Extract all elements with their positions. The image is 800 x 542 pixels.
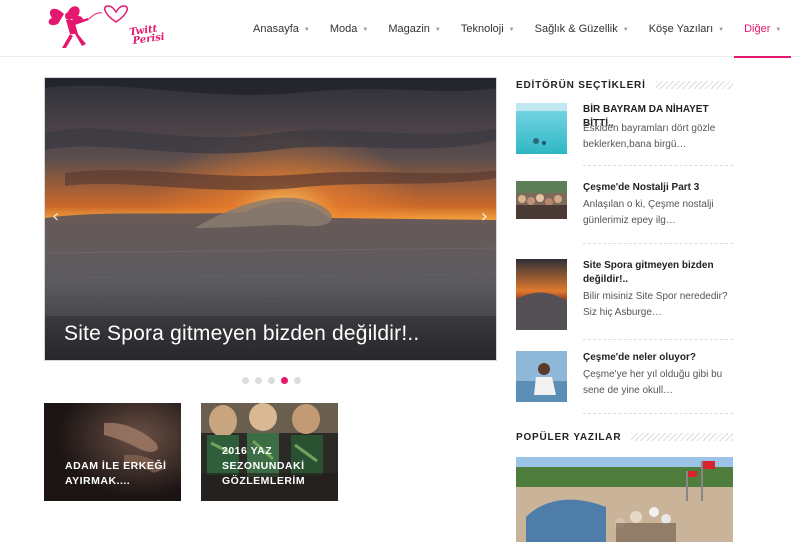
nav-item-saglik-guzellik[interactable]: Sağlık & Güzellik ▼ — [525, 0, 639, 57]
post-title[interactable]: Çeşme'de Nostalji Part 3 — [583, 181, 733, 195]
caret-down-icon: ▼ — [775, 26, 782, 33]
main-nav: Anasayfa ▼ Moda ▼ Magazin ▼ Teknoloji ▼ Sağl… — [243, 0, 792, 58]
post-thumbnail[interactable] — [516, 259, 567, 330]
nav-label: Anasayfa — [253, 22, 299, 35]
post-card-adam-ile-erkegi[interactable]: ADAM İLE ERKEĞİ AYIRMAK.... — [44, 403, 181, 501]
sidebar-post-3[interactable]: Site Spora gitmeyen bizden değildir!.. B… — [516, 259, 733, 340]
post-separator — [583, 165, 733, 166]
post-title[interactable]: Site Spora gitmeyen bizden değildir!.. — [583, 259, 733, 287]
crowd-image — [516, 181, 567, 219]
post-thumbnail[interactable] — [516, 351, 567, 402]
caret-down-icon: ▼ — [508, 26, 515, 33]
nav-label: Sağlık & Güzellik — [534, 22, 618, 35]
post-excerpt: Bilir misiniz Site Spor nerededir? Siz h… — [583, 291, 728, 318]
card-title: ADAM İLE ERKEĞİ AYIRMAK.... — [65, 460, 167, 487]
turquoise-sea-image — [516, 103, 567, 154]
heading-hatch-decoration — [631, 433, 733, 441]
beach-girl-image — [516, 351, 567, 402]
post-separator — [583, 243, 733, 244]
site-header: Twitt Perisi Anasayfa ▼ Moda ▼ Magazin ▼ Te… — [0, 0, 800, 58]
sidebar-post-2[interactable]: Çeşme'de Nostalji Part 3 Anlaşılan o ki,… — [516, 181, 733, 244]
post-title[interactable]: Çeşme'de neler oluyor? — [583, 351, 733, 365]
sidebar-post-4[interactable]: Çeşme'de neler oluyor? Çeşme'ye her yıl … — [516, 351, 733, 414]
section-heading-text: POPÜLER YAZILAR — [516, 431, 632, 443]
logo-text-line2: Perisi — [132, 31, 166, 47]
post-excerpt: Eskiden bayramları dört gözle beklerken,… — [583, 123, 716, 150]
section-heading-text: EDİTÖRÜN SEÇTİKLERİ — [516, 79, 656, 91]
caret-down-icon: ▼ — [434, 26, 441, 33]
slider-dot-2[interactable] — [255, 377, 262, 384]
card-title: 2016 YAZ SEZONUNDAKİ GÖZLEMLERİM — [222, 445, 306, 487]
caret-down-icon: ▼ — [622, 26, 629, 33]
post-thumbnail[interactable] — [516, 103, 567, 154]
chevron-right-icon[interactable]: › — [481, 206, 488, 227]
nav-label: Teknoloji — [460, 22, 504, 35]
post-excerpt: Anlaşılan o ki, Çeşme nostalji günlerimi… — [583, 199, 714, 226]
chevron-left-icon[interactable]: ‹ — [52, 206, 59, 227]
caret-down-icon: ▼ — [362, 26, 369, 33]
logo-wordmark: Twitt Perisi — [129, 24, 166, 47]
heading-hatch-decoration — [655, 81, 733, 89]
slider-dots — [242, 377, 301, 384]
popular-posts-heading: POPÜLER YAZILAR — [516, 430, 733, 444]
featured-slider[interactable]: ‹ › Site Spora gitmeyen bizden değildir!… — [44, 77, 497, 361]
site-logo[interactable]: Twitt Perisi — [42, 4, 165, 52]
sunset-thumb-image — [516, 259, 567, 330]
post-thumbnail[interactable] — [516, 181, 567, 219]
post-separator — [583, 339, 733, 340]
caret-down-icon: ▼ — [303, 26, 310, 33]
slider-dot-1[interactable] — [242, 377, 249, 384]
slider-caption-text: Site Spora gitmeyen bizden değildir!.. — [64, 322, 420, 345]
slider-dot-5[interactable] — [294, 377, 301, 384]
sidebar-post-1[interactable]: BİR BAYRAM DA NİHAYET BİTTİ.. Eskiden ba… — [516, 103, 733, 166]
post-separator — [583, 413, 733, 414]
caret-down-icon: ▼ — [718, 26, 725, 33]
nav-label: Magazin — [388, 22, 430, 35]
popular-post-image[interactable] — [516, 457, 733, 542]
nav-item-magazin[interactable]: Magazin ▼ — [378, 0, 451, 57]
nav-label: Moda — [329, 22, 358, 35]
nav-item-kose-yazilari[interactable]: Köşe Yazıları ▼ — [639, 0, 734, 57]
beach-party-image — [516, 457, 733, 542]
nav-item-teknoloji[interactable]: Teknoloji ▼ — [451, 0, 525, 57]
nav-label: Diğer — [744, 22, 771, 35]
nav-item-anasayfa[interactable]: Anasayfa ▼ — [243, 0, 320, 57]
slider-dot-3[interactable] — [268, 377, 275, 384]
editors-picks-heading: EDİTÖRÜN SEÇTİKLERİ — [516, 78, 733, 92]
nav-item-diger[interactable]: Diğer ▼ — [734, 0, 792, 58]
fairy-logo-icon — [48, 5, 129, 48]
post-card-2016-yaz[interactable]: 2016 YAZ SEZONUNDAKİ GÖZLEMLERİM — [201, 403, 338, 501]
slider-dot-4[interactable] — [281, 377, 288, 384]
slider-caption[interactable]: Site Spora gitmeyen bizden değildir!.. — [45, 316, 496, 360]
post-excerpt: Çeşme'ye her yıl olduğu gibi bu sene de … — [583, 369, 723, 396]
nav-item-moda[interactable]: Moda ▼ — [320, 0, 378, 57]
nav-label: Köşe Yazıları — [648, 22, 714, 35]
